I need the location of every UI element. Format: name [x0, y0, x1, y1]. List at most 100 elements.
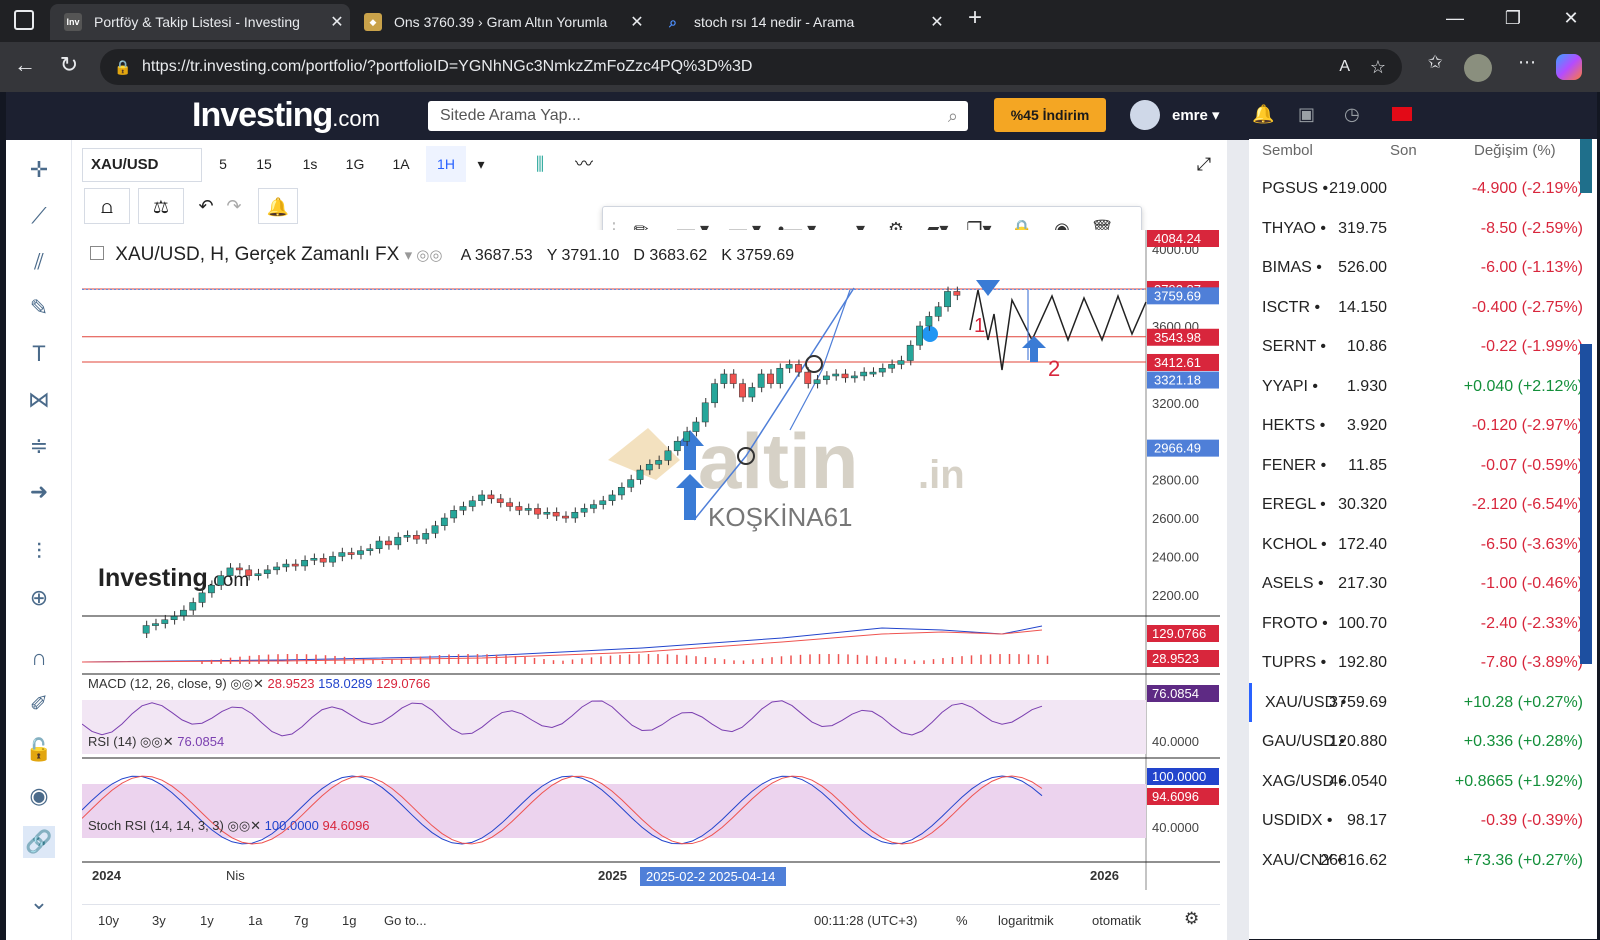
range-10y[interactable]: 10y: [98, 913, 119, 928]
eye-icon[interactable]: ◉: [23, 780, 55, 812]
more-menu-icon[interactable]: ⋯: [1512, 52, 1542, 73]
restore-icon[interactable]: ❐: [1498, 8, 1528, 29]
window-close-icon[interactable]: ✕: [1556, 8, 1586, 29]
interval-1A[interactable]: 1A: [382, 146, 420, 182]
table-row[interactable]: FROTO • 100.70 -2.40 (-2.33%): [1249, 604, 1597, 644]
panel-divider[interactable]: [1227, 140, 1249, 940]
col-change[interactable]: Değişim (%): [1474, 142, 1556, 159]
log-toggle[interactable]: logaritmik: [998, 913, 1054, 928]
range-1y[interactable]: 1y: [200, 913, 214, 928]
table-row[interactable]: FENER • 11.85 -0.07 (-0.59%): [1249, 446, 1597, 486]
row-symbol[interactable]: PGSUS •: [1262, 180, 1328, 198]
magnet-icon[interactable]: ∩: [23, 642, 55, 674]
favorites-icon[interactable]: ✩: [1420, 52, 1450, 73]
tab-portfolio[interactable]: Inv Portföy & Takip Listesi - Investing …: [50, 4, 350, 40]
favorite-star-icon[interactable]: ☆: [1370, 49, 1386, 85]
close-icon[interactable]: ✕: [324, 12, 350, 32]
crosshair-icon[interactable]: ✛: [23, 154, 55, 186]
range-7g[interactable]: 7g: [294, 913, 308, 928]
row-symbol[interactable]: ISCTR •: [1262, 299, 1320, 317]
row-symbol[interactable]: KCHOL •: [1262, 536, 1327, 554]
undo-icon[interactable]: ↶: [192, 188, 220, 224]
table-row[interactable]: XAG/USD • 46.0540 +0.8665 (+1.92%): [1249, 762, 1597, 802]
interval-1s[interactable]: 1s: [292, 146, 328, 182]
table-row[interactable]: XAU/USD • 3759.69 +10.28 (+0.27%): [1249, 682, 1597, 722]
site-search-input[interactable]: Sitede Arama Yap... ⌕: [428, 101, 968, 131]
symbol-input[interactable]: XAU/USD: [82, 148, 202, 182]
measure-icon[interactable]: ≑: [23, 430, 55, 462]
bell-icon[interactable]: 🔔: [1252, 104, 1274, 125]
table-row[interactable]: ASELS • 217.30 -1.00 (-0.46%): [1249, 564, 1597, 604]
row-symbol[interactable]: HEKTS •: [1262, 417, 1325, 435]
p-marker-icon[interactable]: [922, 326, 938, 342]
clock-icon[interactable]: ◷: [1344, 104, 1360, 125]
trendline-icon[interactable]: ⟋: [23, 200, 55, 232]
candles-icon[interactable]: ⫶: [23, 536, 55, 568]
interval-5[interactable]: 5: [208, 146, 238, 182]
copilot-icon[interactable]: [1556, 54, 1582, 80]
watchlist-scrollbar[interactable]: [1580, 344, 1592, 664]
user-menu[interactable]: emre ▾: [1172, 106, 1220, 124]
row-symbol[interactable]: YYAPI •: [1262, 378, 1318, 396]
promo-button[interactable]: %45 İndirim: [994, 98, 1106, 132]
brush-icon[interactable]: ✎: [23, 292, 55, 324]
new-tab-icon[interactable]: +: [960, 4, 990, 32]
row-symbol[interactable]: USDIDX •: [1262, 812, 1333, 830]
tab-actions-icon[interactable]: [14, 10, 34, 30]
row-symbol[interactable]: FROTO •: [1262, 615, 1328, 633]
chevron-down-icon[interactable]: ⌄: [23, 886, 55, 918]
table-row[interactable]: BIMAS • 526.00 -6.00 (-1.13%): [1249, 248, 1597, 288]
table-row[interactable]: KCHOL • 172.40 -6.50 (-3.63%): [1249, 525, 1597, 565]
chart-style-icon[interactable]: 〰: [564, 146, 604, 182]
table-row[interactable]: SERNT • 10.86 -0.22 (-1.99%): [1249, 327, 1597, 367]
row-symbol[interactable]: BIMAS •: [1262, 259, 1322, 277]
search-icon[interactable]: ⌕: [948, 101, 958, 131]
price-chart[interactable]: altin .inKOŞKİNA61Investing .com 12 4000.0…: [82, 230, 1220, 890]
fib-icon[interactable]: ⫽: [23, 246, 55, 278]
site-logo[interactable]: Investing.com: [192, 96, 380, 135]
arrow-left-icon[interactable]: ➜: [23, 476, 55, 508]
row-symbol[interactable]: ASELS •: [1262, 575, 1324, 593]
row-symbol[interactable]: FENER •: [1262, 457, 1326, 475]
close-icon[interactable]: ✕: [624, 12, 650, 32]
profile-icon[interactable]: [1464, 54, 1492, 82]
unlock-icon[interactable]: 🔓: [23, 734, 55, 766]
range-1a[interactable]: 1a: [248, 913, 262, 928]
read-aloud-icon[interactable]: A: [1339, 49, 1350, 85]
table-row[interactable]: HEKTS • 3.920 -0.120 (-2.97%): [1249, 406, 1597, 446]
reload-icon[interactable]: ↻: [54, 52, 84, 78]
range-3y[interactable]: 3y: [152, 913, 166, 928]
interval-dropdown[interactable]: ▾: [466, 146, 496, 182]
row-symbol[interactable]: EREGL •: [1262, 496, 1326, 514]
row-symbol[interactable]: THYAO •: [1262, 220, 1326, 238]
table-row[interactable]: PGSUS • 219.000 -4.900 (-2.19%): [1249, 169, 1597, 209]
tab-gram-altin[interactable]: ◆ Ons 3760.39 › Gram Altın Yorumla ✕: [350, 4, 650, 40]
fullscreen-icon[interactable]: ⤢: [1186, 146, 1222, 182]
range-1g[interactable]: 1g: [342, 913, 356, 928]
url-field[interactable]: 🔒 https://tr.investing.com/portfolio/?po…: [100, 49, 1402, 85]
pattern-icon[interactable]: ⋈: [23, 384, 55, 416]
back-icon[interactable]: ←: [10, 52, 40, 78]
interval-1G[interactable]: 1G: [336, 146, 374, 182]
text-icon[interactable]: T: [23, 338, 55, 370]
redo-icon[interactable]: ↷: [220, 188, 248, 224]
col-last[interactable]: Son: [1390, 142, 1417, 159]
watchlist-scrollbar-top[interactable]: [1580, 139, 1592, 193]
percent-toggle[interactable]: %: [956, 913, 968, 928]
table-row[interactable]: ISCTR • 14.150 -0.400 (-2.75%): [1249, 288, 1597, 328]
chart-type-icon[interactable]: ⫼: [520, 146, 560, 182]
row-symbol[interactable]: TUPRS •: [1262, 654, 1326, 672]
table-row[interactable]: EREGL • 30.320 -2.120 (-6.54%): [1249, 485, 1597, 525]
auto-toggle[interactable]: otomatik: [1092, 913, 1141, 928]
link-icon[interactable]: 🔗: [23, 826, 55, 858]
col-symbol[interactable]: Sembol: [1262, 142, 1313, 159]
table-row[interactable]: XAU/CNY • 26816.62 +73.36 (+0.27%): [1249, 841, 1597, 881]
chart-settings-icon[interactable]: ⚙: [1184, 909, 1199, 929]
interval-15[interactable]: 15: [246, 146, 282, 182]
table-row[interactable]: TUPRS • 192.80 -7.80 (-3.89%): [1249, 643, 1597, 683]
avatar[interactable]: [1130, 100, 1160, 130]
interval-1H[interactable]: 1H: [426, 146, 466, 182]
tab-search[interactable]: ⌕ stoch rsı 14 nedir - Arama ✕: [650, 4, 950, 40]
flag-icon[interactable]: [1392, 107, 1412, 121]
row-symbol[interactable]: SERNT •: [1262, 338, 1326, 356]
